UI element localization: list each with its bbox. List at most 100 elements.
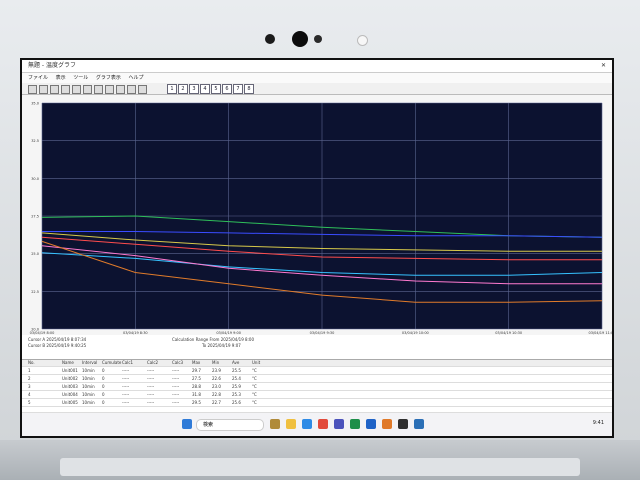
channel-button-4[interactable]: 4	[200, 84, 210, 94]
row-no: 4	[28, 392, 31, 397]
table-icon[interactable]	[105, 85, 114, 94]
menu-bar: ファイル 表示 ツール グラフ表示 ヘルプ	[22, 73, 612, 83]
y-tick-label: 22.5	[31, 290, 39, 294]
row-cumulate: 0	[102, 392, 105, 397]
outlook-icon[interactable]	[366, 419, 376, 429]
row-calc3: -----	[172, 368, 180, 373]
camera-sensor	[265, 34, 275, 44]
row-min: 22.8	[212, 392, 221, 397]
row-max: 31.8	[192, 392, 201, 397]
channel-button-6[interactable]: 6	[222, 84, 232, 94]
row-interval: 10min	[82, 376, 95, 381]
y-tick-label: 30.0	[31, 177, 39, 181]
row-calc3: -----	[172, 392, 180, 397]
channel-button-8[interactable]: 8	[244, 84, 254, 94]
cursor-a-text: Cursor A 2025/04/19 8:07:34	[28, 337, 87, 342]
open-icon[interactable]	[28, 85, 37, 94]
close-icon[interactable]: ✕	[601, 60, 606, 72]
row-ave: 25.3	[232, 392, 241, 397]
menu-tools[interactable]: ツール	[73, 75, 88, 81]
header-min: Min	[212, 360, 220, 365]
table-row[interactable]: 4 Unit004 10min 0 ----- ----- ----- 31.8 22.8 25.…	[22, 392, 612, 399]
taskbar-search[interactable]: 検索	[196, 419, 264, 431]
table-row[interactable]: 3 Unit003 10min 0 ----- ----- ----- 28.8 23.0 25.…	[22, 384, 612, 391]
print-icon[interactable]	[50, 85, 59, 94]
temperature-chart[interactable]: 03/04/19 8:00 03/04/19 8:30 03/04/19 9:00 0…	[22, 95, 612, 336]
app-icon-2[interactable]	[382, 419, 392, 429]
settings-icon[interactable]	[83, 85, 92, 94]
table-row[interactable]: 5 Unit005 10min 0 ----- ----- ----- 29.5 22.7 25.…	[22, 400, 612, 407]
chrome-icon[interactable]	[318, 419, 328, 429]
excel-icon[interactable]	[350, 419, 360, 429]
row-name: Unit002	[62, 376, 78, 381]
row-calc3: -----	[172, 376, 180, 381]
row-unit: °C	[252, 376, 257, 381]
teams-icon[interactable]	[334, 419, 344, 429]
taskbar: 検索 9:41	[22, 412, 612, 436]
channel-button-5[interactable]: 5	[211, 84, 221, 94]
channel-button-2[interactable]: 2	[178, 84, 188, 94]
windows-start-icon[interactable]	[182, 419, 192, 429]
help-icon[interactable]	[138, 85, 147, 94]
menu-help[interactable]: ヘルプ	[128, 75, 143, 81]
row-interval: 10min	[82, 368, 95, 373]
app-icon-4[interactable]	[414, 419, 424, 429]
app-icon-3[interactable]	[398, 419, 408, 429]
header-unit: Unit	[252, 360, 261, 365]
window-titlebar: 無題 - 温度グラフ ✕	[22, 60, 612, 73]
row-unit: °C	[252, 368, 257, 373]
row-ave: 25.6	[232, 400, 241, 405]
menu-graph[interactable]: グラフ表示	[96, 75, 121, 81]
explorer-icon[interactable]	[286, 419, 296, 429]
row-cumulate: 0	[102, 384, 105, 389]
row-ave: 25.4	[232, 376, 241, 381]
cursor-info: Cursor A 2025/04/19 8:07:34 Cursor B 202…	[22, 335, 612, 359]
row-no: 3	[28, 384, 31, 389]
chart-area: 03/04/19 8:00 03/04/19 8:30 03/04/19 9:00 0…	[22, 95, 612, 335]
camera-led	[314, 35, 322, 43]
row-calc1: -----	[122, 400, 130, 405]
refresh-icon[interactable]	[127, 85, 136, 94]
row-min: 23.9	[212, 368, 221, 373]
cursor-icon[interactable]	[72, 85, 81, 94]
row-cumulate: 0	[102, 376, 105, 381]
zoom-icon[interactable]	[61, 85, 70, 94]
laptop-screen: 無題 - 温度グラフ ✕ ファイル 表示 ツール グラフ表示 ヘルプ 1 2 3…	[20, 58, 614, 438]
table-row[interactable]: 1 Unit001 10min 0 ----- ----- ----- 29.7 23.9 25.…	[22, 368, 612, 375]
row-max: 28.8	[192, 384, 201, 389]
ambient-sensor	[357, 35, 368, 46]
row-ave: 25.9	[232, 384, 241, 389]
row-unit: °C	[252, 392, 257, 397]
header-name: Name	[62, 360, 74, 365]
row-no: 2	[28, 376, 31, 381]
header-cumulate: Cumulate	[102, 360, 122, 365]
export-icon[interactable]	[116, 85, 125, 94]
edge-icon[interactable]	[302, 419, 312, 429]
header-calc2: Calc2	[147, 360, 159, 365]
row-calc3: -----	[172, 400, 180, 405]
menu-view[interactable]: 表示	[56, 75, 66, 81]
clock: 9:41	[592, 420, 604, 426]
channel-button-7[interactable]: 7	[233, 84, 243, 94]
y-tick-label: 35.0	[31, 102, 39, 106]
channel-button-1[interactable]: 1	[167, 84, 177, 94]
row-name: Unit004	[62, 392, 78, 397]
row-calc1: -----	[122, 376, 130, 381]
row-calc2: -----	[147, 368, 155, 373]
menu-file[interactable]: ファイル	[28, 75, 48, 81]
row-calc1: -----	[122, 392, 130, 397]
row-calc3: -----	[172, 384, 180, 389]
y-tick-label: 27.5	[31, 215, 39, 219]
window-title: 無題 - 温度グラフ	[28, 62, 76, 69]
save-icon[interactable]	[39, 85, 48, 94]
chart-icon[interactable]	[94, 85, 103, 94]
app-icon-1[interactable]	[270, 419, 280, 429]
stats-table: No. Name Interval Cumulate Calc1 Calc2 C…	[22, 359, 612, 412]
camera-lens	[292, 31, 308, 47]
row-calc2: -----	[147, 400, 155, 405]
table-row[interactable]: 2 Unit002 10min 0 ----- ----- ----- 27.5 22.6 25.…	[22, 376, 612, 383]
channel-button-3[interactable]: 3	[189, 84, 199, 94]
header-calc1: Calc1	[122, 360, 134, 365]
laptop-hinge	[60, 458, 580, 476]
row-cumulate: 0	[102, 400, 105, 405]
